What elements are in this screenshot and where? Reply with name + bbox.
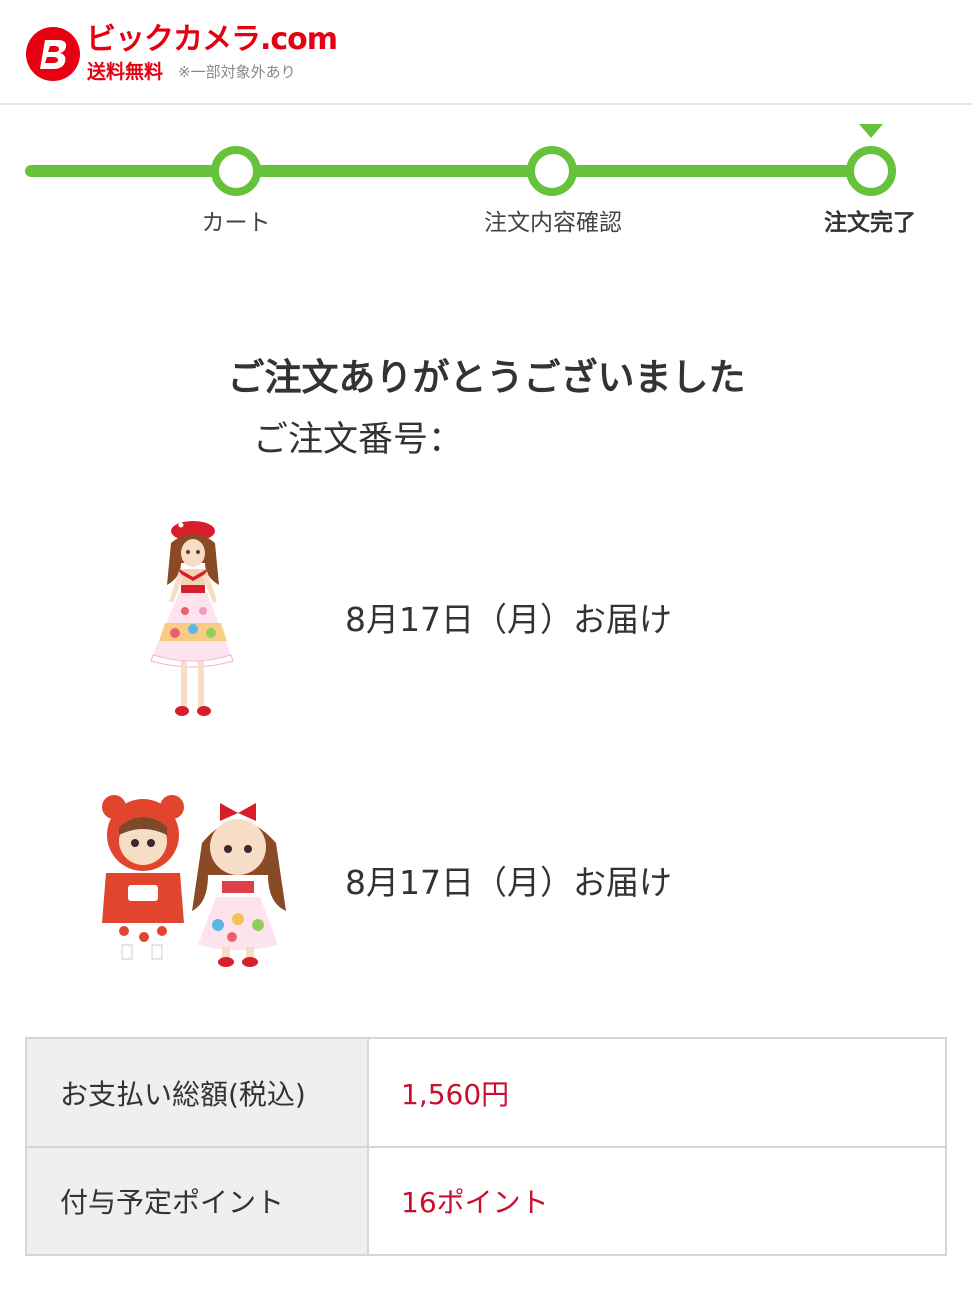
total-value: 1,560円: [401, 1077, 510, 1111]
order-complete-page: ビックカメラ.com 送料無料 ※一部対象外あり カート 注文内容確認 注文完了…: [0, 0, 973, 1296]
step-label-complete: 注文完了: [824, 210, 916, 236]
item-2-delivery-date: 8月17日（月）お届け: [345, 863, 672, 902]
total-label: お支払い総額(税込): [27, 1039, 369, 1146]
points-value: 16ポイント: [401, 1186, 549, 1219]
step-label-confirm: 注文内容確認: [484, 210, 622, 236]
thanks-title: ご注文ありがとうございました: [227, 356, 746, 399]
site-header: ビックカメラ.com 送料無料 ※一部対象外あり: [0, 0, 973, 105]
brand-name[interactable]: ビックカメラ.com: [86, 22, 338, 58]
progress-line: [25, 165, 871, 177]
step-circle-confirm: [527, 146, 577, 196]
checkout-progress: カート 注文内容確認 注文完了: [0, 104, 973, 254]
order-number-label: ご注文番号：: [253, 420, 464, 460]
table-row-points: 付与予定ポイント 16ポイント: [27, 1148, 945, 1254]
step-label-cart: カート: [201, 210, 271, 236]
points-label: 付与予定ポイント: [27, 1148, 369, 1254]
free-shipping-label: 送料無料: [87, 61, 164, 83]
item-image-doll-1[interactable]: [135, 515, 255, 725]
step-circle-complete: [846, 146, 896, 196]
order-summary-table: お支払い総額(税込) 1,560円 付与予定ポイント 16ポイント: [25, 1037, 947, 1256]
step-circle-cart: [211, 146, 261, 196]
table-row-total: お支払い総額(税込) 1,560円: [27, 1039, 945, 1148]
item-image-doll-2[interactable]: [92, 785, 297, 970]
free-shipping-note: ※一部対象外あり: [178, 63, 296, 81]
item-1-delivery-date: 8月17日（月）お届け: [345, 600, 672, 639]
current-step-marker-icon: [859, 124, 883, 138]
bic-logo-icon[interactable]: [25, 26, 81, 82]
